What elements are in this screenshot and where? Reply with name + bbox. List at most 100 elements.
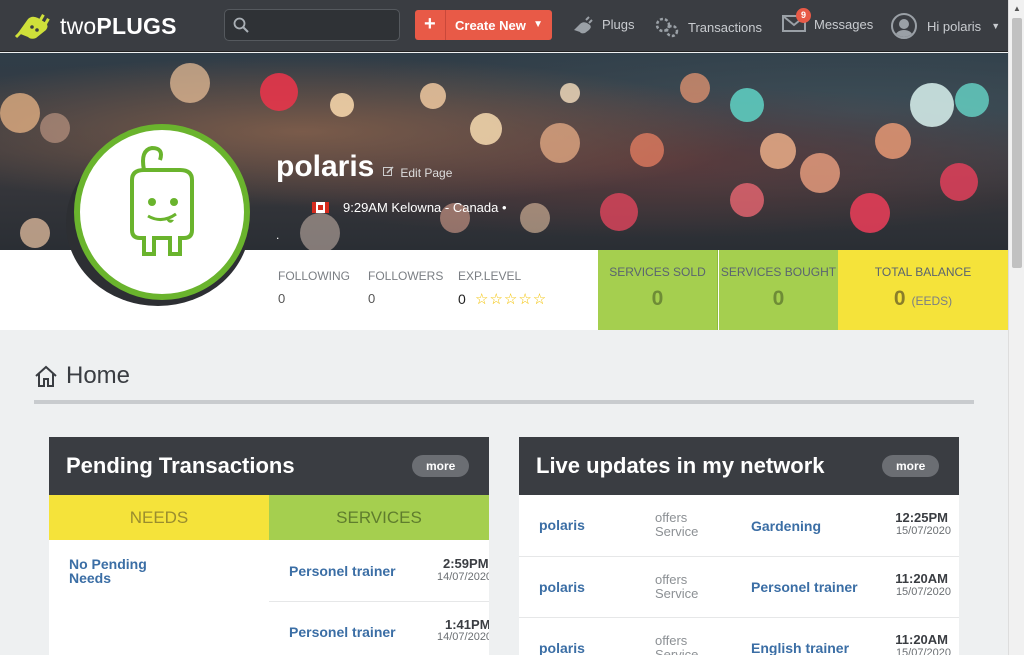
tab-services[interactable]: SERVICES: [269, 495, 489, 540]
user-greeting: Hi polaris: [927, 18, 982, 34]
services-sold-box: SERVICES SOLD 0: [598, 250, 718, 330]
nav-messages[interactable]: 9 Messages: [782, 8, 874, 35]
following-value[interactable]: 0: [278, 291, 285, 306]
services-bought-label: SERVICES BOUGHT: [720, 265, 837, 279]
bokeh-light: [40, 113, 70, 143]
update-action: offers Service: [655, 572, 699, 601]
edit-page-label: Edit Page: [400, 166, 453, 180]
top-navbar: twoPLUGS + Create New ▼ Plugs Transactio…: [0, 0, 1008, 52]
bokeh-light: [940, 163, 978, 201]
create-divider: [445, 10, 446, 40]
update-date: 15/07/2020: [895, 525, 951, 537]
row-divider: [269, 601, 489, 602]
pending-service-link[interactable]: Personel trainer: [289, 624, 396, 640]
logo-text-plugs: PLUGS: [96, 12, 177, 39]
nav-plugs[interactable]: Plugs: [572, 14, 635, 34]
update-action: offers Service: [655, 510, 699, 539]
bokeh-light: [850, 193, 890, 233]
chevron-down-icon[interactable]: ▼: [533, 19, 543, 30]
nav-messages-label: Messages: [814, 17, 874, 32]
update-user-link[interactable]: polaris: [539, 640, 585, 655]
create-new-label: Create New: [455, 18, 526, 33]
bokeh-light: [600, 193, 638, 231]
plus-icon: +: [424, 13, 436, 35]
exp-stars-icon: ☆☆☆☆☆: [475, 291, 548, 308]
update-user-link[interactable]: polaris: [539, 579, 585, 595]
update-user-link[interactable]: polaris: [539, 517, 585, 533]
bokeh-light: [420, 83, 446, 109]
bokeh-light: [330, 93, 354, 117]
profile-avatar[interactable]: [74, 124, 250, 300]
plug-logo-icon: [14, 14, 50, 39]
total-balance-box: TOTAL BALANCE 0 (EEDS): [838, 250, 1008, 330]
bokeh-light: [910, 83, 954, 127]
update-service-link[interactable]: English trainer: [751, 640, 849, 655]
update-action: offers Service: [655, 633, 699, 655]
bokeh-light: [540, 123, 580, 163]
following-label: FOLLOWING: [278, 269, 351, 283]
services-sold-value: 0: [651, 287, 664, 310]
create-new-button[interactable]: + Create New ▼: [415, 10, 552, 40]
update-service-link[interactable]: Gardening: [751, 518, 821, 534]
update-service-link[interactable]: Personel trainer: [751, 579, 858, 595]
total-balance-value: 0: [893, 287, 906, 310]
bokeh-light: [260, 73, 298, 111]
live-updates-panel: Live updates in my network more polaris …: [519, 437, 959, 655]
twoplugs-logo[interactable]: twoPLUGS: [14, 10, 177, 42]
bokeh-light: [170, 63, 210, 103]
pending-service-date: 14/07/2020: [437, 571, 489, 583]
page-scrollbar[interactable]: ▲: [1008, 0, 1024, 655]
scroll-up-arrow-icon[interactable]: ▲: [1013, 4, 1021, 13]
bokeh-light: [680, 73, 710, 103]
bokeh-light: [300, 213, 340, 250]
pending-service-time: 2:59PM: [443, 556, 489, 571]
pending-service-link[interactable]: Personel trainer: [289, 563, 396, 579]
update-time: 11:20AM: [895, 571, 948, 586]
update-time: 12:25PM: [895, 510, 948, 525]
bokeh-light: [20, 218, 50, 248]
exp-level-value: 0: [458, 291, 466, 307]
user-menu[interactable]: Hi polaris ▼: [891, 13, 1000, 39]
row-divider: [519, 556, 959, 557]
bokeh-light: [800, 153, 840, 193]
services-sold-label: SERVICES SOLD: [609, 265, 706, 279]
live-updates-header: Live updates in my network more: [519, 437, 959, 495]
bokeh-light: [730, 88, 764, 122]
services-bought-box: SERVICES BOUGHT 0: [719, 250, 838, 330]
chevron-down-icon: ▼: [991, 21, 1001, 31]
nav-transactions[interactable]: Transactions: [654, 16, 762, 38]
bokeh-light: [470, 113, 502, 145]
update-date: 15/07/2020: [895, 647, 951, 655]
logo-text-two: two: [60, 12, 97, 39]
messages-count-badge: 9: [796, 8, 811, 23]
pending-service-time: 1:41PM: [445, 617, 489, 632]
tab-needs[interactable]: NEEDS: [49, 495, 269, 540]
location-text: 9:29AM Kelowna - Canada •: [343, 200, 507, 215]
total-balance-label: TOTAL BALANCE: [874, 265, 972, 279]
row-divider: [519, 617, 959, 618]
nav-transactions-label: Transactions: [688, 19, 762, 35]
bokeh-light: [760, 133, 796, 169]
pending-more-button[interactable]: more: [412, 455, 470, 477]
edit-icon: [383, 166, 394, 176]
bokeh-light: [875, 123, 911, 159]
pending-transactions-header: Pending Transactions more: [49, 437, 489, 495]
followers-value[interactable]: 0: [368, 291, 375, 306]
transactions-icon: [655, 17, 679, 38]
search-icon: [233, 17, 249, 33]
followers-label: FOLLOWERS: [368, 269, 444, 283]
nav-plugs-label: Plugs: [602, 16, 635, 32]
balance-unit: (EEDS): [911, 294, 953, 308]
search-box[interactable]: [224, 9, 400, 41]
services-bought-value: 0: [772, 287, 785, 310]
search-input[interactable]: [255, 14, 395, 36]
home-title: Home: [66, 362, 131, 389]
plug-mascot-icon: [130, 145, 194, 256]
live-more-button[interactable]: more: [882, 455, 940, 477]
edit-page-link[interactable]: Edit Page: [383, 166, 452, 180]
exp-level-label: EXP.LEVEL: [458, 269, 522, 283]
plug-icon: [574, 16, 593, 34]
home-heading: Home: [34, 362, 130, 390]
scrollbar-thumb[interactable]: [1012, 18, 1022, 268]
profile-dot: .: [276, 228, 280, 242]
